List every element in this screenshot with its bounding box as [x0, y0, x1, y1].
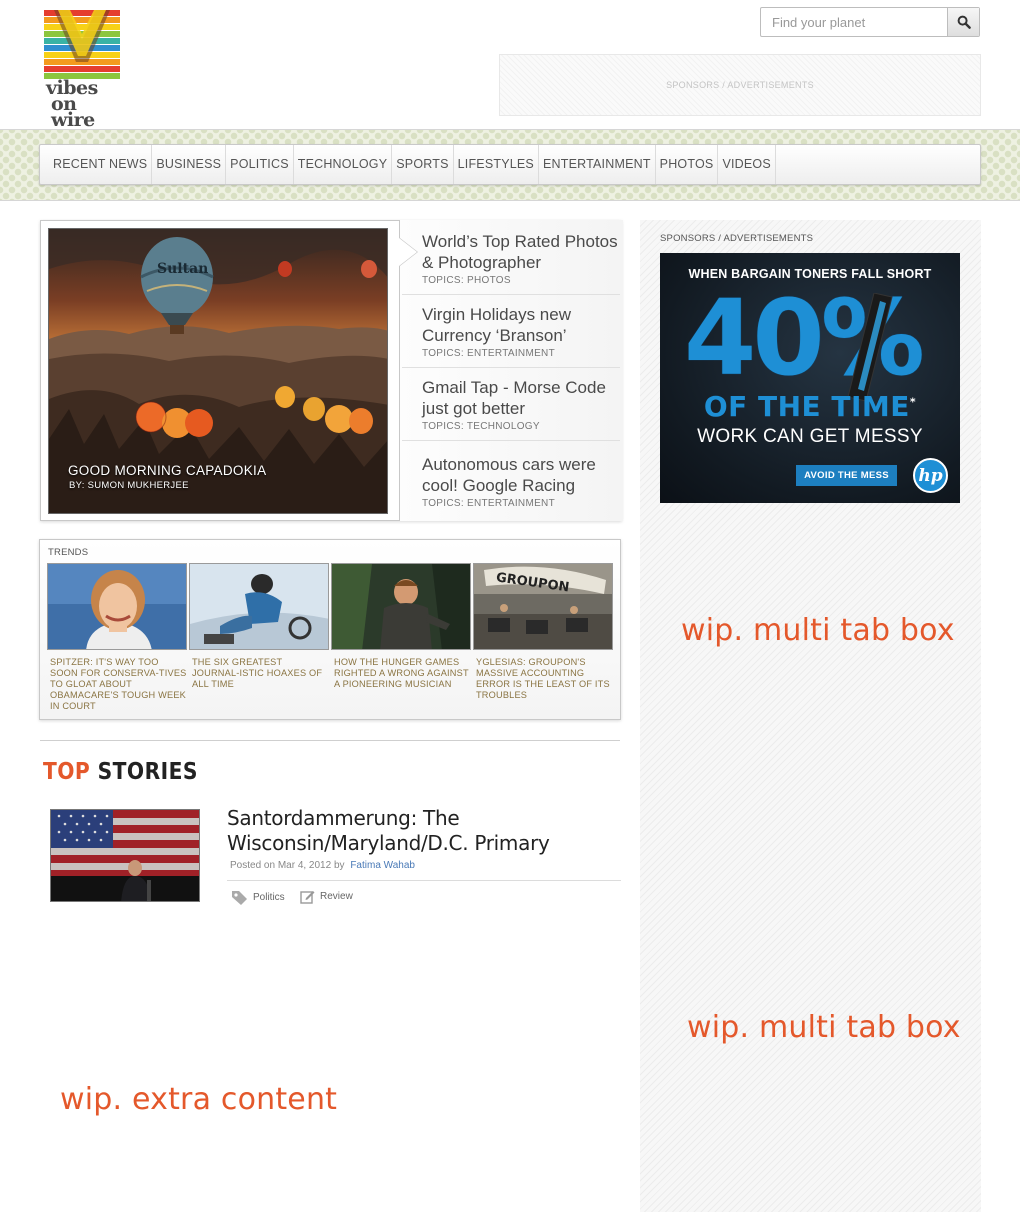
featured-story-topic: TOPICS: ENTERTAINMENT	[422, 498, 555, 509]
nav-item-lifestyles[interactable]: LIFESTYLES	[454, 145, 539, 184]
featured-story-title: Gmail Tap - Morse Code just got better	[422, 378, 606, 418]
multi-tab-box-placeholder-1: wip. multi tab box	[681, 613, 955, 648]
multi-tab-box-placeholder-2: wip. multi tab box	[687, 1010, 961, 1045]
top-stories-heading-accent: TOP	[43, 759, 91, 785]
featured-story-item[interactable]: Autonomous cars were cool! Google Racing…	[402, 445, 620, 518]
nav-item-politics[interactable]: POLITICS	[226, 145, 294, 184]
top-stories-heading-rest: STORIES	[97, 759, 198, 785]
hp-ad-line2: OF THE TIME*	[660, 390, 960, 423]
featured-box: Sultan GOOD MORNING CAPADOKIA BY: SUMON …	[40, 220, 623, 521]
top-advertisement[interactable]: SPONSORS / ADVERTISEMENTS	[499, 54, 981, 116]
search-icon	[957, 15, 971, 29]
trend-image	[47, 563, 187, 650]
sidebar: SPONSORS / ADVERTISEMENTS WHEN BARGAIN T…	[640, 220, 981, 1212]
nav-item-sports[interactable]: SPORTS	[392, 145, 454, 184]
trend-headline: HOW THE HUNGER GAMES RIGHTED A WRONG AGA…	[334, 657, 469, 689]
featured-story-title: Autonomous cars were cool! Google Racing	[422, 455, 596, 495]
featured-photo-title: GOOD MORNING CAPADOKIA	[68, 463, 267, 478]
hp-logo-icon: hp	[913, 458, 948, 493]
tag-politics[interactable]: Politics	[231, 889, 285, 905]
tag-label: Politics	[253, 891, 285, 903]
logo-stripes-icon	[44, 10, 120, 79]
article-rule	[227, 880, 621, 881]
groupon-office-image: GROUPON	[474, 564, 612, 649]
edit-icon	[300, 891, 315, 904]
trend-item[interactable]: THE SIX GREATEST JOURNAL-ISTIC HOAXES OF…	[189, 563, 329, 690]
hp-ad-line3: WORK CAN GET MESSY	[697, 426, 923, 447]
featured-story-item[interactable]: Gmail Tap - Morse Code just got better T…	[402, 368, 620, 441]
hp-ad-line2-text: OF THE TIME	[703, 390, 910, 423]
sidebar-ad-label: SPONSORS / ADVERTISEMENTS	[660, 233, 814, 244]
nav-item-entertainment[interactable]: ENTERTAINMENT	[539, 145, 656, 184]
article-meta: Posted on Mar 4, 2012 by Fatima Wahab	[230, 860, 415, 871]
featured-story-title: World’s Top Rated Photos & Photographer	[422, 232, 618, 272]
trend-headline: THE SIX GREATEST JOURNAL-ISTIC HOAXES OF…	[192, 657, 323, 689]
featured-story-topic: TOPICS: PHOTOS	[422, 275, 511, 286]
trends-label: TRENDS	[48, 547, 89, 558]
hunger-games-image	[332, 564, 470, 649]
trend-headline: YGLESIAS: GROUPON'S MASSIVE ACCOUNTING E…	[476, 657, 610, 700]
featured-story-list: World’s Top Rated Photos & Photographer …	[399, 220, 623, 521]
main-nav: RECENT NEWS BUSINESS POLITICS TECHNOLOGY…	[39, 144, 981, 185]
trend-item[interactable]: GROUPON YGLESIAS: GROUPON'S MASSIVE ACCO…	[473, 563, 613, 701]
featured-photo[interactable]: Sultan GOOD MORNING CAPADOKIA BY: SUMON …	[48, 228, 388, 514]
trend-image	[189, 563, 329, 650]
search-input[interactable]	[761, 8, 947, 36]
top-stories-heading: TOP STORIES	[43, 759, 198, 785]
tag-label: Review	[320, 891, 353, 902]
section-divider	[40, 740, 620, 741]
nav-item-business[interactable]: BUSINESS	[152, 145, 227, 184]
hp-ad-button[interactable]: AVOID THE MESS	[796, 465, 897, 486]
trend-image: GROUPON	[473, 563, 613, 650]
top-ad-label: SPONSORS / ADVERTISEMENTS	[666, 80, 814, 90]
flag-speaker-image	[51, 810, 199, 901]
toner-cartridge-icon	[847, 293, 893, 402]
trend-item[interactable]: SPITZER: IT'S WAY TOO SOON FOR CONSERVA-…	[47, 563, 187, 712]
featured-photo-byline: BY: SUMON MUKHERJEE	[69, 480, 189, 491]
logo-text-line2: on wire	[51, 93, 95, 131]
featured-story-item[interactable]: Virgin Holidays new Currency ‘Branson’ T…	[402, 295, 620, 368]
nav-item-videos[interactable]: VIDEOS	[718, 145, 776, 184]
tag-icon	[232, 891, 247, 905]
hp-advertisement[interactable]: WHEN BARGAIN TONERS FALL SHORT 40% OF TH…	[660, 253, 960, 503]
article-title[interactable]: Santordammerung: The Wisconsin/Maryland/…	[227, 806, 607, 856]
search-box	[760, 7, 980, 37]
site-logo[interactable]: vibes on wire	[44, 10, 120, 130]
nav-item-technology[interactable]: TECHNOLOGY	[294, 145, 393, 184]
portrait-woman-image	[48, 564, 186, 649]
trend-image	[331, 563, 471, 650]
featured-story-item[interactable]: World’s Top Rated Photos & Photographer …	[402, 222, 620, 295]
tag-review[interactable]: Review	[300, 889, 353, 904]
page: vibes on wire SPONSORS / ADVERTISEMENTS …	[0, 0, 1020, 1212]
article-author-link[interactable]: Fatima Wahab	[350, 860, 415, 871]
article-thumbnail[interactable]	[50, 809, 200, 902]
featured-story-title: Virgin Holidays new Currency ‘Branson’	[422, 305, 571, 345]
trend-headline: SPITZER: IT'S WAY TOO SOON FOR CONSERVA-…	[50, 657, 187, 711]
svg-text:Sultan: Sultan	[157, 261, 208, 277]
search-button[interactable]	[947, 8, 979, 36]
cyclist-image	[190, 564, 328, 649]
trends-box: TRENDS SPITZER: IT'S WAY TOO SOON FOR CO…	[39, 539, 621, 720]
article-posted-date: Posted on Mar 4, 2012 by	[230, 860, 345, 871]
trend-item[interactable]: HOW THE HUNGER GAMES RIGHTED A WRONG AGA…	[331, 563, 471, 690]
extra-content-placeholder: wip. extra content	[60, 1082, 338, 1117]
nav-item-recent-news[interactable]: RECENT NEWS	[49, 145, 153, 184]
hp-ad-asterisk: *	[909, 395, 917, 409]
featured-story-topic: TOPICS: TECHNOLOGY	[422, 421, 540, 432]
nav-item-photos[interactable]: PHOTOS	[656, 145, 719, 184]
featured-story-topic: TOPICS: ENTERTAINMENT	[422, 348, 555, 359]
